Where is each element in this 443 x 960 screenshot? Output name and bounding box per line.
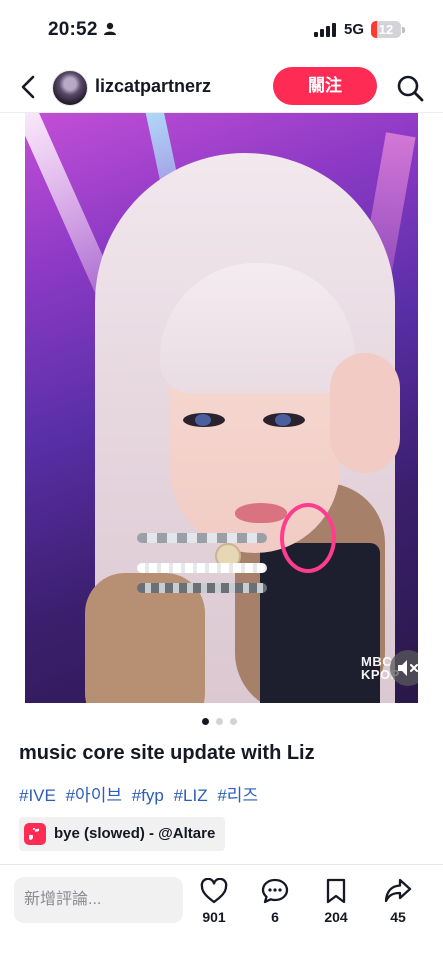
speaker-muted-icon [398, 660, 418, 676]
necklace [137, 533, 267, 543]
carousel-dot [216, 718, 223, 725]
mute-button[interactable] [390, 650, 418, 686]
post-image[interactable]: MBC KPOP [25, 113, 418, 703]
music-chip[interactable]: bye (slowed) - @Altare [19, 817, 226, 851]
comment-input[interactable] [14, 877, 183, 923]
comment-bubble-icon [261, 878, 289, 904]
hashtag-link[interactable]: #LIZ [174, 786, 208, 805]
hashtag-list: #IVE #아이브 #fyp #LIZ #리즈 [19, 781, 263, 806]
save-button[interactable]: 204 [316, 878, 356, 925]
music-title: bye (slowed) - @Altare [54, 825, 216, 842]
share-button[interactable]: 45 [378, 878, 418, 925]
comment-count: 6 [271, 909, 279, 925]
music-note-icon [24, 823, 46, 845]
battery-percent: 12 [378, 22, 394, 37]
eye-shape [183, 413, 225, 427]
carousel-dot [230, 718, 237, 725]
bookmark-icon [326, 878, 346, 904]
hashtag-link[interactable]: #fyp [132, 786, 164, 805]
necklace [137, 583, 267, 593]
cellular-signal-icon [314, 23, 336, 37]
heart-icon [200, 878, 228, 904]
share-count: 45 [390, 909, 406, 925]
eye-shape [263, 413, 305, 427]
person-icon [104, 22, 116, 35]
post-caption: music core site update with Liz [19, 742, 315, 764]
search-icon[interactable] [396, 74, 424, 102]
hashtag-link[interactable]: #IVE [19, 786, 56, 805]
avatar[interactable] [52, 70, 88, 106]
hashtag-link[interactable]: #아이브 [66, 786, 122, 805]
like-button[interactable]: 901 [194, 878, 234, 925]
hashtag-link[interactable]: #리즈 [217, 786, 258, 805]
status-bar: 20:52 5G 12 [0, 0, 443, 58]
hand-shape [330, 353, 400, 473]
lips-shape [235, 503, 287, 523]
earring-shape [280, 503, 336, 573]
network-type: 5G [344, 21, 365, 38]
save-count: 204 [324, 909, 348, 925]
comment-button[interactable]: 6 [255, 878, 295, 925]
username[interactable]: lizcatpartnerz [95, 76, 211, 97]
top-nav: lizcatpartnerz 關注 [0, 62, 443, 112]
like-count: 901 [202, 909, 226, 925]
follow-button[interactable]: 關注 [273, 67, 377, 105]
back-arrow-icon[interactable] [17, 74, 41, 100]
battery-icon: 12 [371, 21, 401, 38]
necklace [137, 563, 267, 573]
share-arrow-icon [384, 878, 412, 903]
status-time: 20:52 [48, 19, 98, 40]
bottom-divider [0, 864, 443, 865]
battery-cap [402, 27, 405, 33]
carousel-dot-active [202, 718, 209, 725]
